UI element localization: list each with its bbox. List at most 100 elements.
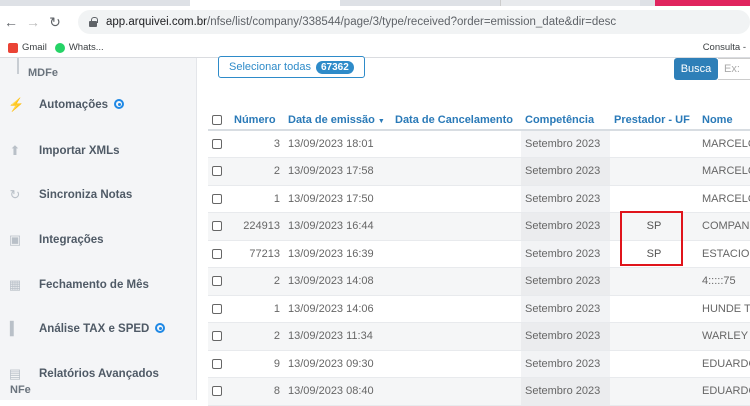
whatsapp-icon — [54, 42, 65, 53]
browser-toolbar: ← → ↻ app.arquivei.com.br/nfse/list/comp… — [0, 6, 750, 38]
table-row[interactable]: 2 13/09/2023 11:34 Setembro 2023 WARLEY — [208, 322, 750, 351]
row-checkbox[interactable] — [212, 166, 222, 177]
cell-competencia: Setembro 2023 — [521, 322, 610, 351]
sidebar-item-analise-tax-sped[interactable]: ▍ Análise TAX e SPED — [0, 314, 197, 344]
bookmarks-bar: Gmail Whats... Consulta - — [0, 38, 750, 58]
cell-numero: 77213 — [230, 240, 284, 268]
address-bar[interactable]: app.arquivei.com.br/nfse/list/company/33… — [78, 10, 750, 34]
sidebar-divider — [17, 58, 19, 74]
row-checkbox-cell[interactable] — [208, 350, 230, 378]
cell-nome: MARCELO — [698, 185, 750, 213]
cell-cancelamento — [391, 157, 521, 186]
cell-emissao: 13/09/2023 11:34 — [284, 322, 391, 351]
cell-emissao: 13/09/2023 17:58 — [284, 157, 391, 186]
sidebar-item-fechamento-de-mes[interactable]: ▦ Fechamento de Mês — [0, 270, 197, 300]
cell-uf — [610, 267, 698, 296]
column-header-prestador-uf[interactable]: Prestador - UF — [610, 110, 698, 131]
select-all-checkbox[interactable] — [212, 114, 222, 125]
row-checkbox[interactable] — [212, 221, 222, 232]
row-checkbox-cell[interactable] — [208, 267, 230, 296]
row-checkbox-cell[interactable] — [208, 130, 230, 158]
search-button[interactable]: Busca — [674, 58, 718, 80]
column-header-competencia[interactable]: Competência — [521, 110, 610, 131]
cell-emissao: 13/09/2023 16:44 — [284, 212, 391, 241]
cell-emissao: 13/09/2023 16:39 — [284, 240, 391, 268]
select-all-count: 67362 — [315, 60, 354, 74]
bookmark-consulta[interactable]: Consulta - — [703, 42, 746, 53]
sidebar-item-label: Sincroniza Notas — [39, 189, 133, 201]
table-row[interactable]: 113/09/2023 17:50 Setembro 2023 MARCELO — [208, 185, 750, 213]
cell-cancelamento — [391, 212, 521, 241]
row-checkbox[interactable] — [212, 193, 222, 204]
row-checkbox[interactable] — [212, 386, 222, 397]
table-row[interactable]: 913/09/2023 09:30 Setembro 2023 EDUARDO — [208, 350, 750, 378]
table-row[interactable]: 2 13/09/2023 14:08 Setembro 2023 4:::::75 — [208, 267, 750, 296]
row-checkbox[interactable] — [212, 358, 222, 369]
column-header-cancelamento[interactable]: Data de Cancelamento — [391, 110, 521, 131]
sidebar-item-integracoes[interactable]: ▣ Integrações — [0, 225, 197, 255]
row-checkbox-cell[interactable] — [208, 212, 230, 241]
lock-icon — [88, 17, 98, 27]
cell-emissao: 13/09/2023 09:30 — [284, 350, 391, 378]
bookmark-gmail[interactable]: Gmail — [8, 42, 47, 53]
row-checkbox-cell[interactable] — [208, 157, 230, 186]
cell-numero: 8 — [230, 377, 284, 406]
cell-numero: 3 — [230, 130, 284, 158]
row-checkbox-cell[interactable] — [208, 185, 230, 213]
sidebar-item-automacoes[interactable]: ⚡ Automações — [0, 90, 197, 120]
cell-uf — [610, 130, 698, 158]
sort-desc-icon: ▼ — [377, 117, 385, 125]
row-checkbox[interactable] — [212, 331, 222, 342]
table-row[interactable]: 1 13/09/2023 14:06 Setembro 2023 HUNDE T — [208, 295, 750, 323]
back-icon[interactable]: ← — [0, 14, 22, 30]
cell-uf — [610, 322, 698, 351]
table-row[interactable]: 213/09/2023 17:58 Setembro 2023 MARCELO — [208, 157, 750, 186]
column-header-numero[interactable]: Número — [230, 110, 284, 131]
table-row[interactable]: 313/09/2023 18:01 Setembro 2023 MARCELO — [208, 130, 750, 158]
upload-icon: ⬆ — [9, 143, 21, 158]
cell-nome: EDUARDO — [698, 377, 750, 406]
cell-cancelamento — [391, 130, 521, 158]
sidebar-item-sincroniza-notas[interactable]: ↻ Sincroniza Notas — [0, 180, 197, 210]
cell-competencia: Setembro 2023 — [521, 185, 610, 213]
cell-uf — [610, 377, 698, 406]
calendar-icon: ▦ — [8, 277, 22, 292]
select-all-checkbox-cell[interactable] — [208, 110, 230, 131]
reload-icon[interactable]: ↻ — [44, 14, 66, 31]
table-row[interactable]: 77213 13/09/2023 16:39 Setembro 2023 SP ESTA… — [208, 240, 750, 268]
sidebar-item-nfe[interactable]: NFe — [10, 384, 31, 396]
table-row[interactable]: 224913 13/09/2023 16:44 Setembro 2023 SP COM… — [208, 212, 750, 241]
row-checkbox-cell[interactable] — [208, 322, 230, 351]
cell-cancelamento — [391, 350, 521, 378]
row-checkbox[interactable] — [212, 248, 222, 259]
sidebar-item-importar-xmls[interactable]: ⬆ Importar XMLs — [0, 136, 197, 166]
cell-nome: ESTACIO — [698, 240, 750, 268]
row-checkbox-cell[interactable] — [208, 295, 230, 323]
sidebar-item-label: Fechamento de Mês — [39, 279, 149, 291]
cell-uf — [610, 350, 698, 378]
sidebar: MDFe ⚡ Automações ⬆ Importar XMLs ↻ Sinc… — [0, 58, 197, 400]
bookmark-whatsapp[interactable]: Whats... — [54, 42, 104, 53]
cell-cancelamento — [391, 267, 521, 296]
row-checkbox[interactable] — [212, 276, 222, 287]
cell-emissao: 13/09/2023 08:40 — [284, 377, 391, 406]
table-row[interactable]: 813/09/2023 08:40 Setembro 2023 EDUARDO — [208, 377, 750, 406]
column-header-nome[interactable]: Nome — [698, 110, 750, 131]
row-checkbox-cell[interactable] — [208, 240, 230, 268]
row-checkbox-cell[interactable] — [208, 377, 230, 406]
select-all-button[interactable]: Selecionar todas 67362 — [218, 56, 365, 78]
forward-icon[interactable]: → — [22, 14, 44, 30]
cell-nome: MARCELO — [698, 130, 750, 158]
cell-cancelamento — [391, 240, 521, 268]
sidebar-item-mdfe[interactable]: MDFe — [28, 67, 58, 79]
cell-uf — [610, 185, 698, 213]
cell-competencia: Setembro 2023 — [521, 295, 610, 323]
cell-uf: SP — [610, 212, 698, 241]
row-checkbox[interactable] — [212, 303, 222, 314]
column-header-emissao[interactable]: Data de emissão ▼ — [284, 110, 391, 131]
cell-uf — [610, 295, 698, 323]
row-checkbox[interactable] — [212, 139, 222, 150]
bar-chart-icon: ▍ — [10, 321, 20, 336]
invoice-table: Número Data de emissão ▼ Data de Cancelam… — [208, 110, 750, 406]
search-input[interactable]: Ex: — [718, 58, 750, 80]
